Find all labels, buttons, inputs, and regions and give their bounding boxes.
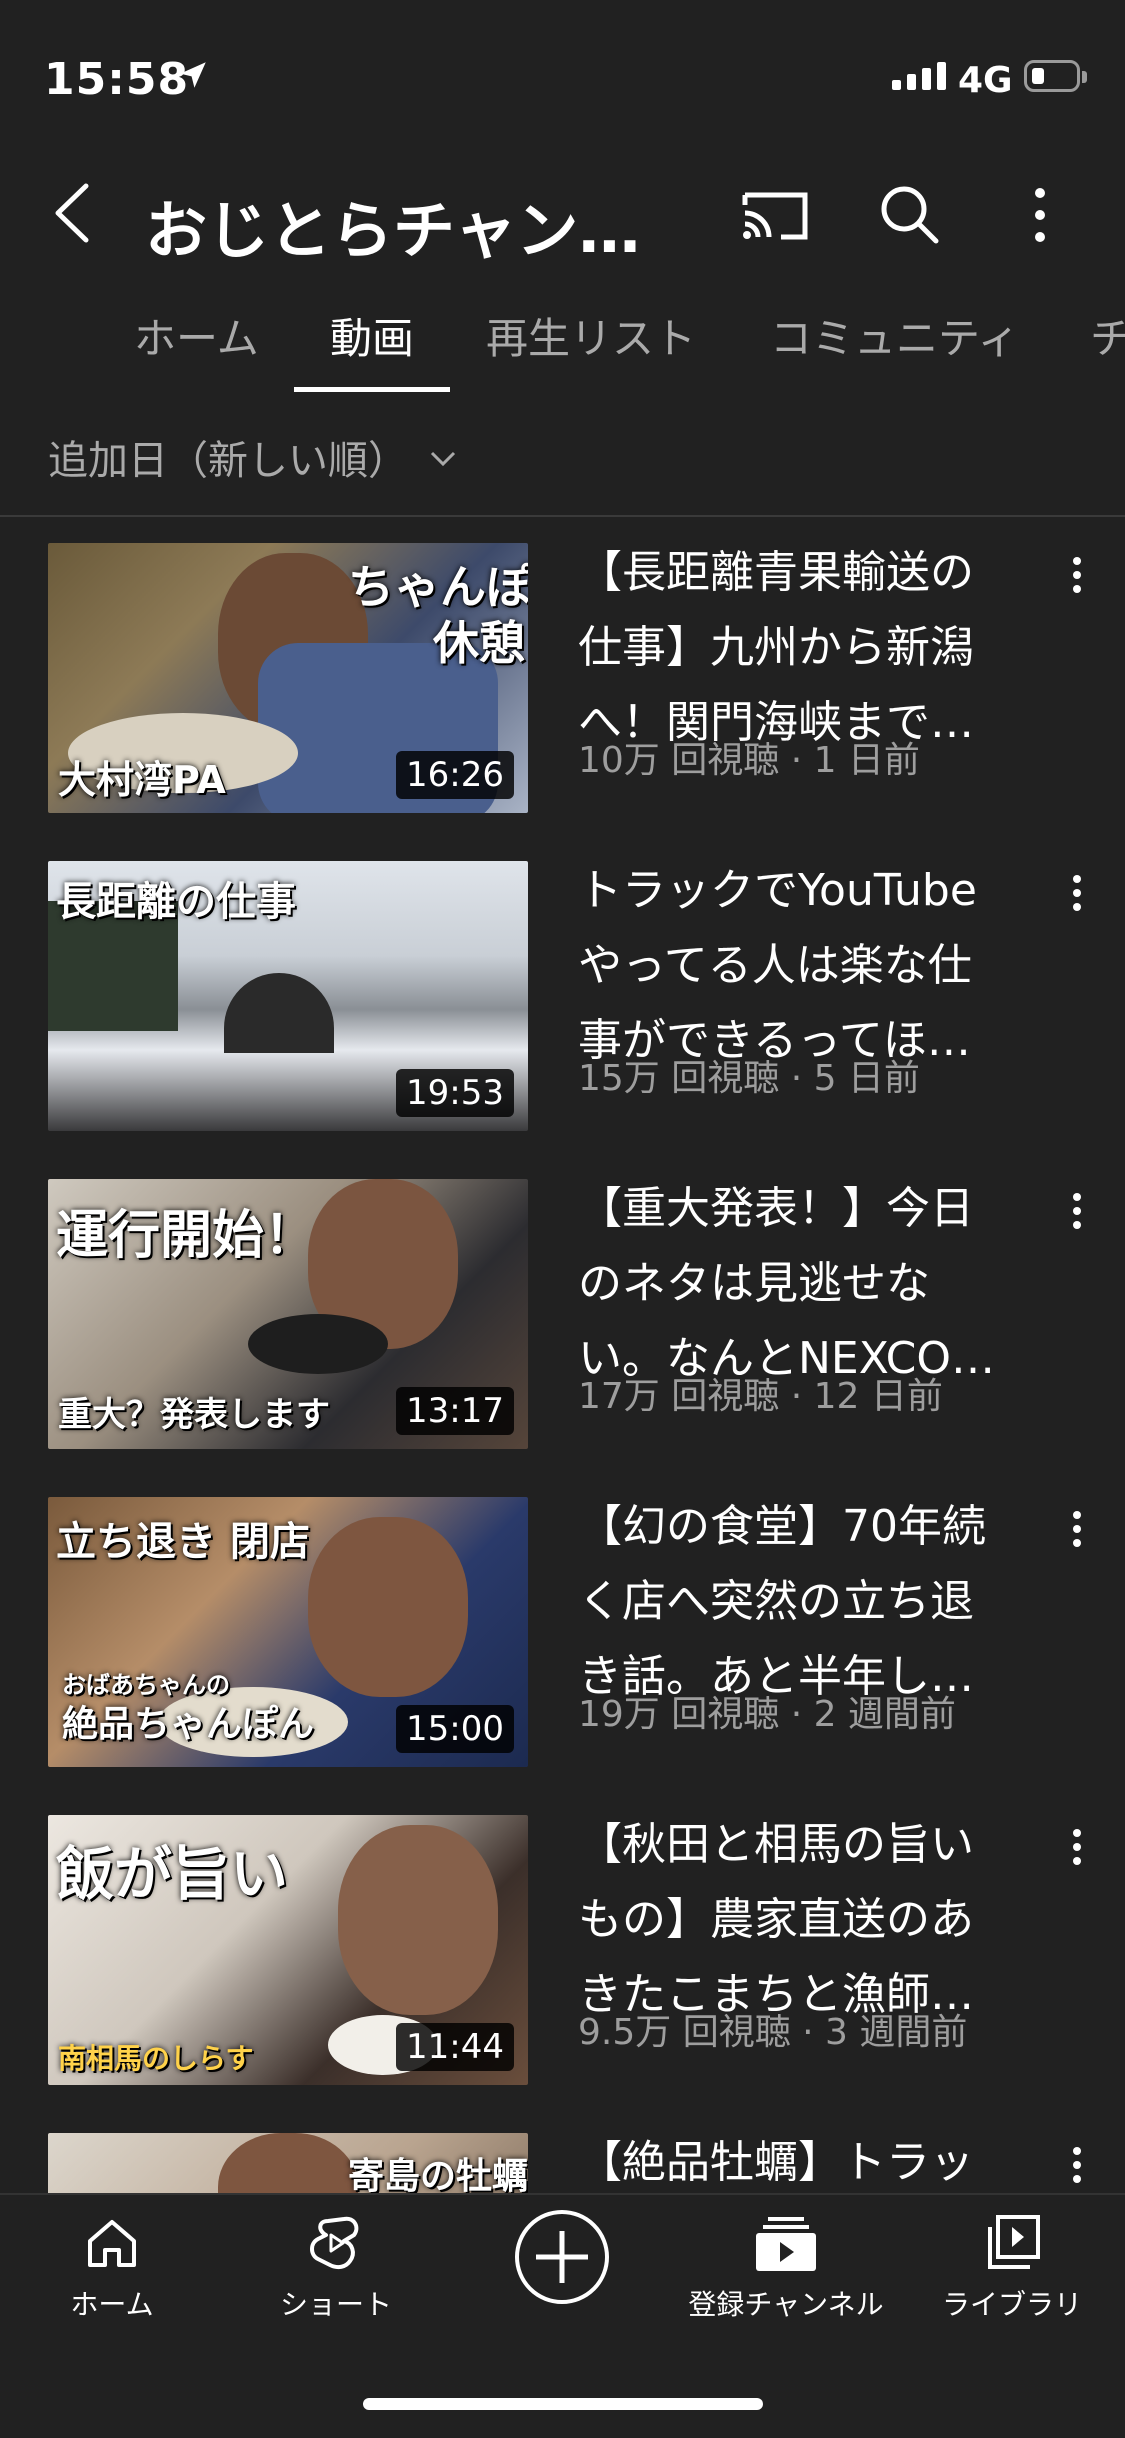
thumbnail-caption: 重大？発表します [58, 1395, 330, 1435]
thumbnail-caption: 寄島の牡蠣 [348, 2156, 528, 2197]
nav-label: ショート [279, 2288, 392, 2321]
nav-shorts[interactable]: ショート [236, 2213, 436, 2323]
shorts-icon [310, 2216, 359, 2270]
video-meta: 10万 回視聴 · 1 日前 [578, 740, 920, 781]
back-arrow-icon[interactable] [40, 168, 110, 258]
sort-dropdown[interactable]: 追加日（新しい順） [48, 428, 458, 486]
thumbnail-caption: 飯が旨い [56, 1840, 289, 1908]
chevron-down-icon [430, 451, 456, 467]
video-thumbnail[interactable]: 運行開始！ 重大？発表します 13:17 [48, 1179, 528, 1449]
video-thumbnail[interactable]: ちゃんぽん 休憩 大村湾PA 16:26 [48, 543, 528, 813]
divider [0, 515, 1125, 517]
video-title[interactable]: 【絶品牡蠣】トラッ [578, 2125, 1018, 2200]
channel-tabs: ホーム 動画 再生リスト コミュニティ チ [0, 285, 1125, 395]
thumbnail-caption: 絶品ちゃんぽん [62, 1704, 315, 1745]
thumbnail-caption: 南相馬のしらす [58, 2042, 254, 2075]
create-plus-icon [515, 2210, 609, 2304]
nav-subscriptions[interactable]: 登録チャンネル [686, 2213, 886, 2323]
tab-community[interactable]: コミュニティ [770, 305, 1019, 366]
battery-icon [1024, 60, 1087, 92]
thumbnail-caption: 休憩 [433, 616, 525, 670]
video-duration: 16:26 [396, 751, 514, 799]
thumbnail-caption: 立ち退き 閉店 [56, 1519, 310, 1565]
active-tab-indicator [294, 387, 450, 392]
thumbnail-caption: 長距離の仕事 [56, 879, 296, 925]
video-title[interactable]: 【重大発表！】今日 のネタは見逃せな い。なんとNEXCO… [578, 1171, 1018, 1396]
nav-label: ライブラリ [941, 2288, 1082, 2321]
more-vert-icon[interactable] [1062, 869, 1092, 929]
video-thumbnail[interactable]: 長距離の仕事 19:53 [48, 861, 528, 1131]
location-arrow-icon [180, 62, 206, 88]
cellular-signal-icon [892, 62, 946, 90]
tab-home[interactable]: ホーム [134, 305, 259, 366]
home-icon [88, 2220, 136, 2267]
nav-label: 登録チャンネル [688, 2288, 884, 2321]
nav-create[interactable] [462, 2207, 662, 2311]
video-item[interactable]: 運行開始！ 重大？発表します 13:17 【重大発表！】今日 のネタは見逃せな … [0, 1179, 1125, 1449]
cast-icon[interactable] [735, 175, 815, 255]
channel-title: おじとらチャン… [145, 194, 641, 267]
video-thumbnail[interactable]: 飯が旨い 南相馬のしらす 11:44 [48, 1815, 528, 2085]
tab-videos[interactable]: 動画 [330, 305, 414, 366]
status-time: 15:58 [44, 54, 190, 105]
nav-label: ホーム [70, 2288, 154, 2321]
subscriptions-icon [756, 2217, 816, 2271]
video-title[interactable]: トラックでYouTube やってる人は楽な仕 事ができるってほ… [578, 853, 1018, 1078]
video-title[interactable]: 【幻の食堂】70年続 く店へ突然の立ち退 き話。あと半年し… [578, 1489, 1018, 1714]
video-duration: 15:00 [396, 1705, 514, 1753]
library-icon [988, 2215, 1040, 2269]
video-item[interactable]: ちゃんぽん 休憩 大村湾PA 16:26 【長距離青果輸送の 仕事】九州から新潟… [0, 543, 1125, 813]
more-vert-icon[interactable] [1000, 175, 1080, 255]
nav-library[interactable]: ライブラリ [912, 2213, 1112, 2323]
video-duration: 13:17 [396, 1387, 514, 1435]
channel-header: おじとらチャン… [0, 160, 1125, 270]
status-bar: 15:58 4G [0, 0, 1125, 160]
video-item[interactable]: 飯が旨い 南相馬のしらす 11:44 【秋田と相馬の旨い もの】農家直送のあ き… [0, 1815, 1125, 2085]
home-indicator[interactable] [363, 2398, 763, 2410]
sort-label: 追加日（新しい順） [48, 438, 408, 484]
video-item[interactable]: 立ち退き 閉店 おばあちゃんの 絶品ちゃんぽん 15:00 【幻の食堂】70年続… [0, 1497, 1125, 1767]
video-title[interactable]: 【秋田と相馬の旨い もの】農家直送のあ きたこまちと漁師… [578, 1807, 1018, 2032]
more-vert-icon[interactable] [1062, 1505, 1092, 1565]
more-vert-icon[interactable] [1062, 1187, 1092, 1247]
nav-home[interactable]: ホーム [12, 2213, 212, 2323]
tab-channels[interactable]: チ [1090, 305, 1125, 366]
tab-playlists[interactable]: 再生リスト [486, 305, 696, 366]
video-duration: 11:44 [396, 2023, 514, 2071]
thumbnail-caption: 大村湾PA [58, 758, 226, 802]
search-icon[interactable] [870, 175, 950, 255]
video-meta: 19万 回視聴 · 2 週間前 [578, 1694, 956, 1735]
video-meta: 9.5万 回視聴 · 3 週間前 [578, 2012, 968, 2053]
more-vert-icon[interactable] [1062, 1823, 1092, 1883]
network-type: 4G [958, 60, 1013, 101]
video-title[interactable]: 【長距離青果輸送の 仕事】九州から新潟 へ！関門海峡まで… [578, 535, 1018, 760]
video-thumbnail[interactable]: 立ち退き 閉店 おばあちゃんの 絶品ちゃんぽん 15:00 [48, 1497, 528, 1767]
video-meta: 17万 回視聴 · 12 日前 [578, 1376, 943, 1417]
video-duration: 19:53 [396, 1069, 514, 1117]
video-meta: 15万 回視聴 · 5 日前 [578, 1058, 920, 1099]
more-vert-icon[interactable] [1062, 2141, 1092, 2201]
video-item[interactable]: 長距離の仕事 19:53 トラックでYouTube やってる人は楽な仕 事ができ… [0, 861, 1125, 1131]
thumbnail-caption: 運行開始！ [56, 1206, 317, 1266]
more-vert-icon[interactable] [1062, 551, 1092, 611]
